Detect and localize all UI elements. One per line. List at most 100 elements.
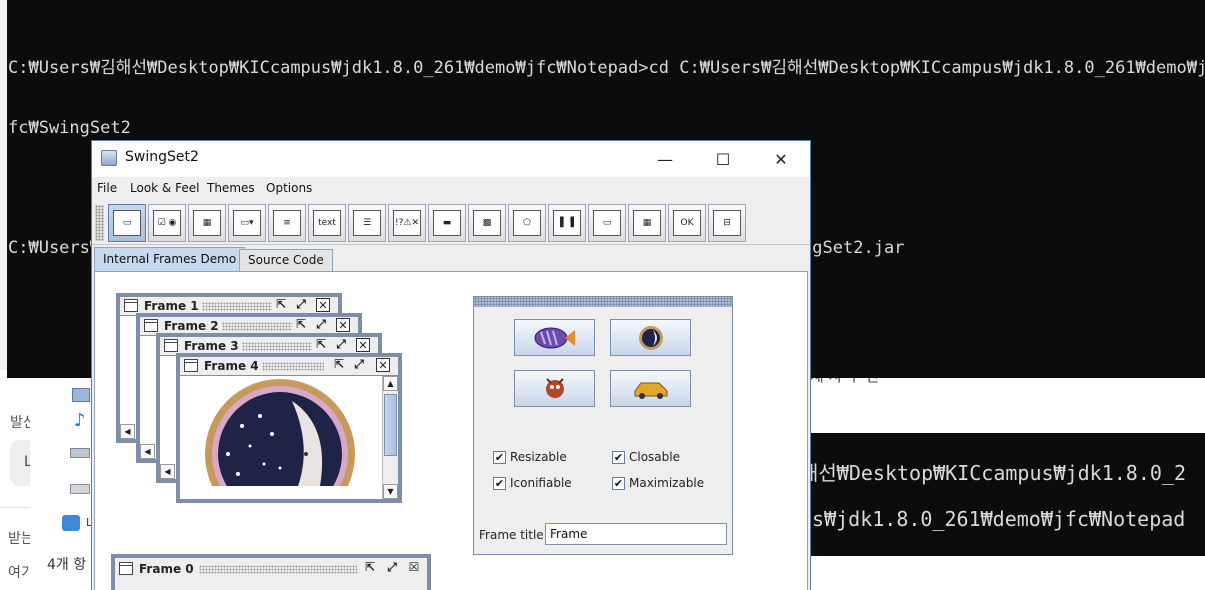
list-icon: ☰: [353, 210, 381, 236]
scroll-down-icon[interactable]: ▼: [383, 484, 398, 499]
iconify-icon[interactable]: ⇱: [314, 338, 328, 352]
toolbar-table-button[interactable]: ▦: [628, 204, 666, 242]
toolbar-option-pane-button[interactable]: !?⚠✕: [388, 204, 426, 242]
toolbar-combobox-button[interactable]: ▭▾: [228, 204, 266, 242]
file-chooser-icon: ≡: [273, 210, 301, 236]
vertical-scrollbar[interactable]: ▲ ▼: [382, 376, 398, 499]
close-icon[interactable]: ✕: [356, 338, 370, 352]
tree-icon: ⊟: [713, 210, 741, 236]
toolbar-internal-frames-button[interactable]: ▭: [108, 204, 146, 242]
minimize-button[interactable]: —: [636, 141, 694, 177]
option-pane-icon: !?⚠✕: [393, 210, 421, 236]
checkbox-label: Resizable: [510, 450, 567, 464]
scroll-left-icon[interactable]: ◀: [120, 424, 135, 439]
maximize-icon[interactable]: ⤢: [314, 318, 328, 332]
menu-file[interactable]: File: [97, 181, 117, 195]
iconify-icon[interactable]: ⇱: [363, 561, 377, 575]
iconifiable-checkbox[interactable]: ✔ Iconifiable: [493, 476, 572, 490]
buttons-icon: ☑ ◉: [153, 210, 181, 236]
iconify-icon[interactable]: ⇱: [332, 358, 346, 372]
console-window-secondary[interactable]: 해선₩Desktop₩KICcampus₩jdk1.8.0_2 us₩jdk1.…: [810, 433, 1205, 556]
moon-image: [205, 379, 355, 486]
swingset2-window: SwingSet2 — ☐ ✕ File Look & Feel Themes …: [91, 140, 811, 590]
maximizable-checkbox[interactable]: ✔ Maximizable: [612, 476, 704, 490]
frame-body: ▲ ▼: [180, 375, 398, 499]
maximize-button[interactable]: ☐: [694, 141, 752, 177]
toolbar-grip[interactable]: [95, 205, 104, 241]
create-bug-frame-button[interactable]: [514, 370, 595, 407]
frame-title-bar[interactable]: Frame 4 ⇱ ⤢ ✕: [180, 357, 398, 375]
create-moon-frame-button[interactable]: [610, 319, 691, 356]
tab-source-code[interactable]: Source Code: [239, 249, 333, 271]
toolbar-color-chooser-button[interactable]: ▦: [188, 204, 226, 242]
maximize-icon[interactable]: ⤢: [352, 358, 366, 372]
demo-toolbar: ▭ ☑ ◉ ▦ ▭▾ ≡ text ☰ !?⚠✕ ▬ ▩ ⬠ ▌▐ ▭ ▦ OK ⊟: [92, 201, 810, 245]
moon-icon: [638, 325, 663, 350]
tooltip-icon: OK: [673, 210, 701, 236]
toolbar-scroll-pane-button[interactable]: ▩: [468, 204, 506, 242]
console-line: us₩jdk1.8.0_261₩demo₩jfc₩Notepad: [810, 507, 1186, 531]
checkbox-box: ✔: [612, 450, 625, 464]
toolbar-list-button[interactable]: ☰: [348, 204, 386, 242]
menu-options[interactable]: Options: [266, 181, 312, 195]
maximize-icon[interactable]: ⤢: [385, 561, 399, 575]
resizable-checkbox[interactable]: ✔ Resizable: [493, 450, 567, 464]
title-texture: [199, 565, 357, 574]
slider-icon: ⬠: [513, 210, 541, 236]
close-icon[interactable]: ✕: [316, 298, 330, 312]
frame-title-bar[interactable]: Frame 0 ⇱ ⤢ ☒: [115, 558, 427, 580]
scroll-left-icon[interactable]: ◀: [160, 464, 175, 479]
internal-frame-0[interactable]: Frame 0 ⇱ ⤢ ☒: [111, 554, 431, 590]
fish-icon: [534, 327, 575, 348]
closable-checkbox[interactable]: ✔ Closable: [612, 450, 680, 464]
checkbox-label: Maximizable: [629, 476, 705, 490]
frame-icon: [144, 319, 158, 332]
internal-frame-4[interactable]: Frame 4 ⇱ ⤢ ✕ ▲ ▼: [176, 353, 402, 503]
scroll-pane-icon: ▩: [473, 210, 501, 236]
close-icon[interactable]: ✕: [376, 358, 390, 372]
toolbar-tree-button[interactable]: ⊟: [708, 204, 746, 242]
checkbox-label: Closable: [629, 450, 680, 464]
toolbar-buttons-button[interactable]: ☑ ◉: [148, 204, 186, 242]
iconify-icon[interactable]: ⇱: [274, 298, 288, 312]
create-car-frame-button[interactable]: [610, 370, 691, 407]
frame-icon: [164, 339, 178, 352]
menu-themes[interactable]: Themes: [207, 181, 255, 195]
toolbar-split-pane-button[interactable]: ▌▐: [548, 204, 586, 242]
progress-bar-icon: ▬: [433, 210, 461, 236]
frame-title-input[interactable]: Frame: [545, 523, 727, 545]
create-fish-frame-button[interactable]: [514, 319, 595, 356]
color-chooser-icon: ▦: [193, 210, 221, 236]
toolbar-slider-button[interactable]: ⬠: [508, 204, 546, 242]
scroll-thumb[interactable]: [384, 394, 397, 456]
console-line: C:₩Users₩김해선₩Desktop₩KICcampus₩jdk1.8.0_…: [8, 58, 1205, 78]
music-icon[interactable]: ♪: [74, 412, 86, 430]
drive-icon[interactable]: [70, 448, 90, 458]
checkbox-box: ✔: [493, 450, 506, 464]
image-icon[interactable]: [72, 388, 90, 402]
close-icon[interactable]: ✕: [336, 318, 350, 332]
network-icon[interactable]: [62, 515, 80, 531]
title-texture: [202, 302, 272, 311]
maximize-icon[interactable]: ⤢: [294, 298, 308, 312]
menu-look-and-feel[interactable]: Look & Feel: [130, 181, 199, 195]
checkbox-box: ✔: [612, 476, 625, 490]
window-title: SwingSet2: [125, 149, 199, 165]
title-bar[interactable]: SwingSet2 — ☐ ✕: [92, 141, 810, 177]
toolbar-tooltip-button[interactable]: OK: [668, 204, 706, 242]
toolbar-tabbed-pane-button[interactable]: ▭: [588, 204, 626, 242]
toolbar-html-button[interactable]: text: [308, 204, 346, 242]
toolbar-progress-bar-button[interactable]: ▬: [428, 204, 466, 242]
toolbar-file-chooser-button[interactable]: ≡: [268, 204, 306, 242]
drive-icon[interactable]: [70, 484, 90, 494]
close-icon[interactable]: ☒: [407, 561, 421, 575]
maximize-icon[interactable]: ⤢: [334, 338, 348, 352]
close-button[interactable]: ✕: [752, 141, 810, 177]
demo-content: Frame 1 ⇱ ⤢ ✕ ◀ Frame 2 ⇱ ⤢ ✕ ◀ Frame 3 …: [94, 271, 808, 590]
frame-name: Frame 3: [184, 339, 239, 353]
scroll-up-icon[interactable]: ▲: [383, 376, 398, 391]
scroll-left-icon[interactable]: ◀: [140, 444, 155, 459]
iconify-icon[interactable]: ⇱: [294, 318, 308, 332]
frame-name: Frame 4: [204, 359, 259, 373]
tab-internal-frames-demo[interactable]: Internal Frames Demo: [94, 247, 246, 271]
